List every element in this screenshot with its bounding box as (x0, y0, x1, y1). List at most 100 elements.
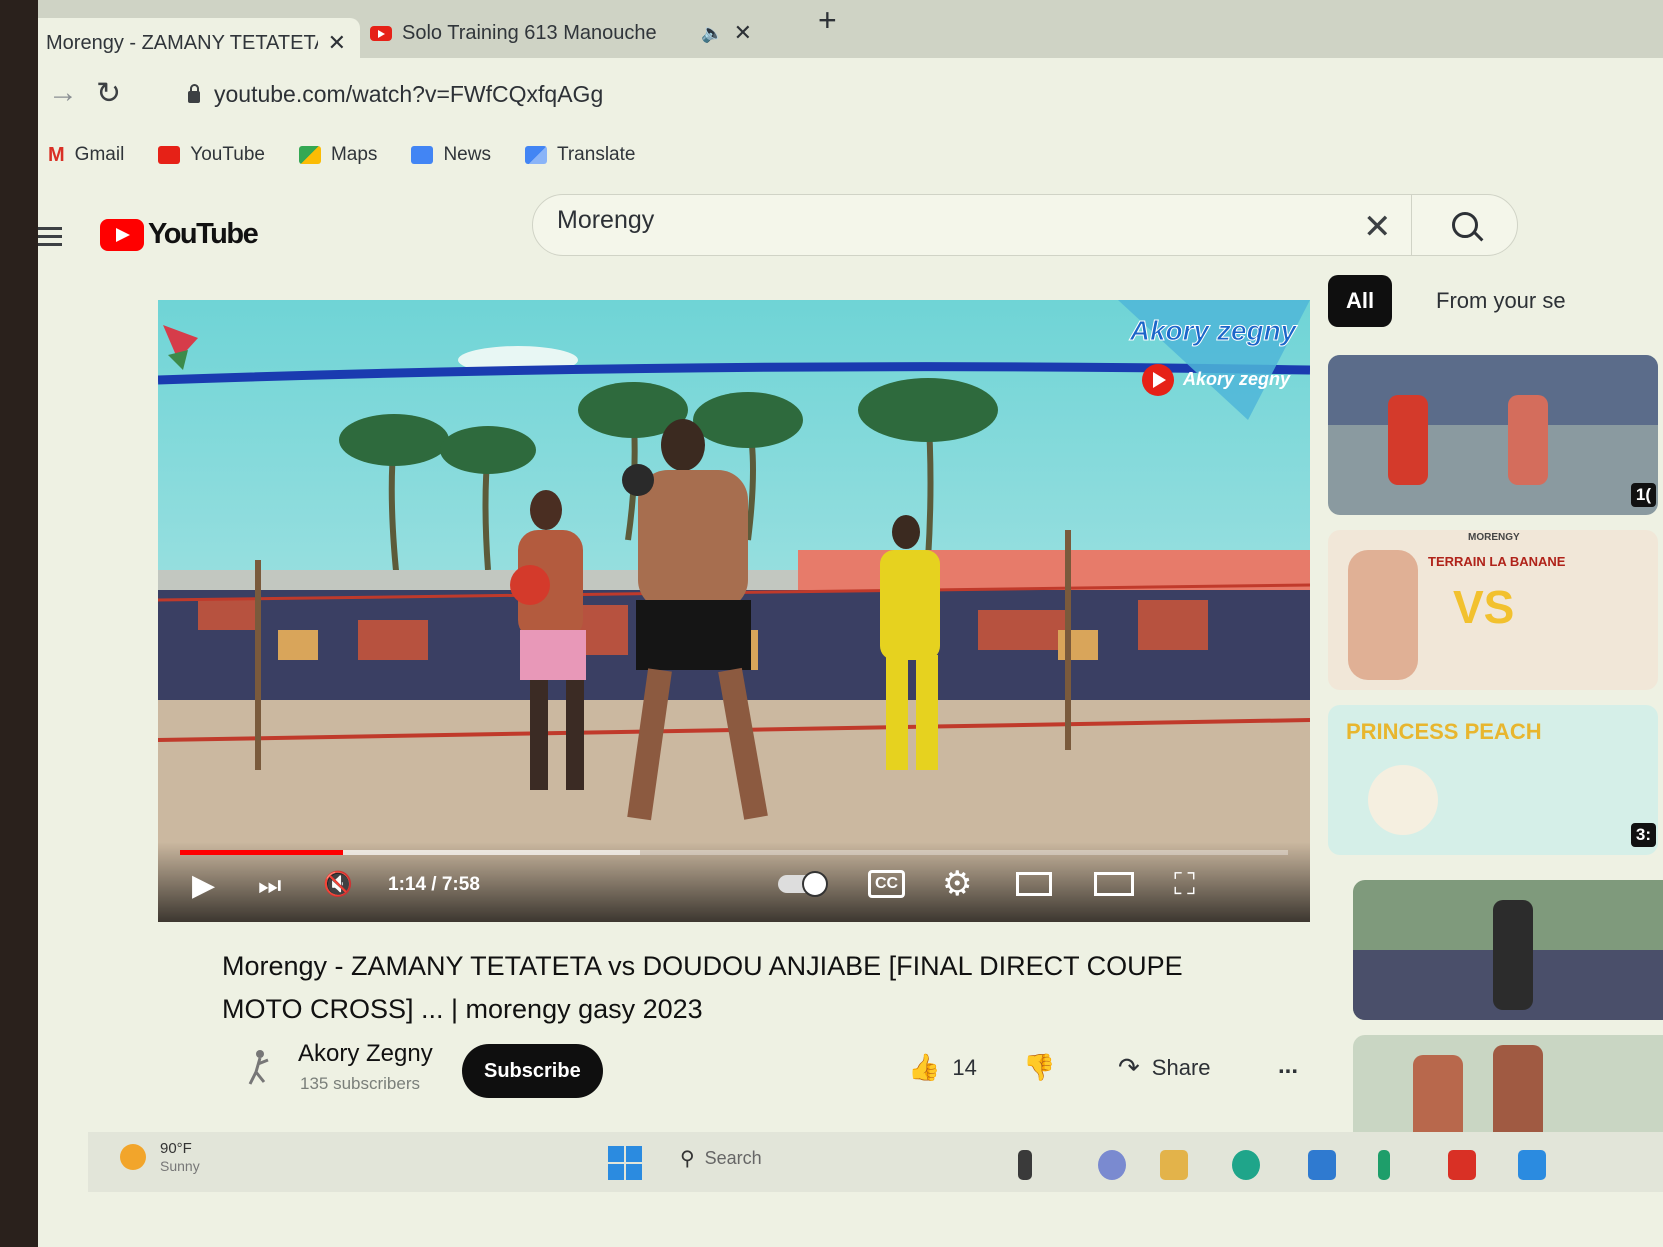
screen: Morengy - ZAMANY TETATETA v ✕ Solo Train… (38, 0, 1663, 1247)
close-icon[interactable]: ✕ (328, 30, 346, 56)
news-icon (411, 146, 434, 164)
bookmark-label: News (443, 144, 491, 165)
search-icon: ⚲ (680, 1148, 695, 1170)
bookmark-translate[interactable]: Translate (524, 144, 636, 166)
captions-button[interactable]: CC (868, 870, 906, 898)
share-label: Share (1151, 1054, 1211, 1080)
settings-gear-icon[interactable]: ⚙ (942, 864, 972, 904)
related-video-thumbnail[interactable]: PRINCESS PEACH 3: (1328, 705, 1658, 855)
weather-condition: Sunny (160, 1158, 200, 1174)
related-video-thumbnail[interactable] (1353, 880, 1663, 1020)
bookmark-news[interactable]: News (411, 144, 491, 166)
windows-start-icon[interactable] (608, 1146, 642, 1180)
autoplay-toggle[interactable] (778, 871, 828, 900)
windows-taskbar: 90°F Sunny ⚲ Search (88, 1132, 1663, 1192)
related-video-thumbnail[interactable]: 1( (1328, 355, 1658, 515)
thumbs-down-icon: 👎 (1023, 1052, 1056, 1082)
tab-solo-training[interactable]: Solo Training 613 Manouche 🔈 ✕ (356, 8, 766, 58)
reload-icon[interactable]: ↻ (96, 76, 121, 111)
played-bar (180, 850, 343, 855)
browser-toolbar: ← → ↻ youtube.com/watch?v=FWfCQxfqAGg (38, 58, 1663, 128)
gmail-icon[interactable] (1448, 1150, 1476, 1180)
bookmark-youtube[interactable]: YouTube (158, 144, 265, 166)
player-controls: ▶ ⏭ 🔇 1:14 / 7:58 CC ⚙ ⛶ (158, 842, 1310, 922)
channel-name[interactable]: Akory Zegny (298, 1040, 433, 1068)
app-icon[interactable] (1378, 1150, 1390, 1180)
taskbar-search[interactable]: ⚲ Search (680, 1146, 762, 1171)
video-duration: 1( (1630, 483, 1656, 507)
channel-avatar[interactable] (242, 1048, 278, 1088)
chip-from-your-search[interactable]: From your se (1418, 275, 1584, 327)
task-view-icon[interactable] (1018, 1150, 1032, 1180)
address-bar[interactable]: youtube.com/watch?v=FWfCQxfqAGg (188, 70, 1608, 118)
dislike-button[interactable]: 👎 (1023, 1052, 1055, 1083)
muted-speaker-icon[interactable]: 🔇 (323, 870, 353, 899)
related-sidebar: All From your se 1( MORENGY TERRAIN LA B… (1328, 275, 1663, 1175)
search-box: ✕ (532, 194, 1518, 256)
lock-icon (188, 83, 200, 103)
store-icon[interactable] (1308, 1150, 1336, 1180)
video-frame: Akory zegny Akory zegny (158, 300, 1310, 922)
bookmark-label: Maps (330, 144, 378, 165)
search-input[interactable] (555, 205, 1339, 236)
bookmark-label: YouTube (190, 144, 265, 165)
forward-icon[interactable]: → (48, 76, 78, 110)
bookmark-maps[interactable]: Maps (298, 144, 378, 166)
thumbnail-vs-text: VS (1453, 581, 1515, 633)
search-icon (1452, 212, 1478, 238)
youtube-header: YouTube ✕ (38, 180, 1663, 280)
youtube-favicon-icon (370, 25, 392, 41)
youtube-logo-text: YouTube (148, 218, 259, 250)
bookmarks-bar: M Gmail YouTube Maps News Translate (38, 132, 1663, 178)
tab-strip: Morengy - ZAMANY TETATETA v ✕ Solo Train… (38, 0, 1663, 68)
maps-icon (298, 146, 321, 164)
youtube-logo-icon (100, 218, 144, 251)
edge-icon[interactable] (1232, 1150, 1260, 1180)
owner-row: Akory Zegny 135 subscribers Subscribe 👍 … (228, 1040, 1338, 1110)
thumbnail-title-text: TERRAIN LA BANANE (1428, 554, 1566, 569)
sun-icon (120, 1144, 146, 1170)
share-icon: ↷ (1118, 1052, 1140, 1082)
bookmark-gmail[interactable]: M Gmail (48, 144, 124, 167)
speaker-icon[interactable]: 🔈 (701, 23, 723, 44)
progress-bar[interactable] (180, 850, 1288, 855)
youtube-logo[interactable]: YouTube (100, 218, 259, 251)
share-button[interactable]: ↷ Share (1118, 1052, 1211, 1083)
chip-all[interactable]: All (1328, 275, 1393, 327)
like-button[interactable]: 👍 14 (908, 1052, 977, 1083)
thumbnail-brand-text: MORENGY (1468, 532, 1520, 543)
miniplayer-icon[interactable] (1016, 872, 1052, 896)
video-title-line: Morengy - ZAMANY TETATETA vs DOUDOU ANJI… (222, 951, 1183, 981)
play-icon[interactable]: ▶ (192, 868, 215, 903)
related-video-thumbnail[interactable] (1353, 1035, 1663, 1145)
taskbar-search-label: Search (704, 1148, 762, 1168)
next-icon[interactable]: ⏭ (258, 870, 281, 902)
thumbnail-title-text: PRINCESS PEACH (1346, 719, 1542, 744)
tab-title: Morengy - ZAMANY TETATETA v (46, 31, 318, 54)
video-title: Morengy - ZAMANY TETATETA vs DOUDOU ANJI… (222, 945, 1282, 1031)
video-player[interactable]: Akory zegny Akory zegny ▶ ⏭ 🔇 1:14 / 7:5… (158, 300, 1310, 922)
theater-mode-icon[interactable] (1094, 872, 1134, 896)
watermark-large: Akory zegny (1129, 315, 1298, 346)
plus-icon[interactable]: + (818, 2, 837, 39)
thumbs-up-icon: 👍 (908, 1052, 941, 1082)
translate-icon (524, 146, 547, 164)
bookmark-label: Gmail (74, 144, 125, 165)
like-count: 14 (952, 1054, 977, 1080)
search-button[interactable] (1411, 195, 1518, 255)
subscribe-button[interactable]: Subscribe (462, 1044, 603, 1098)
file-explorer-icon[interactable] (1160, 1150, 1188, 1180)
related-video-thumbnail[interactable]: MORENGY TERRAIN LA BANANE VS (1328, 530, 1658, 690)
subscriber-count: 135 subscribers (300, 1074, 421, 1093)
time-display: 1:14 / 7:58 (388, 874, 480, 895)
more-actions-button[interactable]: ... (1278, 1052, 1298, 1080)
menu-icon[interactable] (38, 222, 62, 251)
close-icon[interactable]: ✕ (734, 20, 752, 46)
bookmark-label: Translate (556, 144, 636, 165)
clear-search-icon[interactable]: ✕ (1363, 207, 1392, 247)
url-text: youtube.com/watch?v=FWfCQxfqAGg (214, 80, 604, 107)
fullscreen-icon[interactable]: ⛶ (1174, 868, 1195, 902)
app-icon[interactable] (1518, 1150, 1546, 1180)
youtube-icon (158, 146, 181, 164)
chat-icon[interactable] (1098, 1150, 1126, 1180)
